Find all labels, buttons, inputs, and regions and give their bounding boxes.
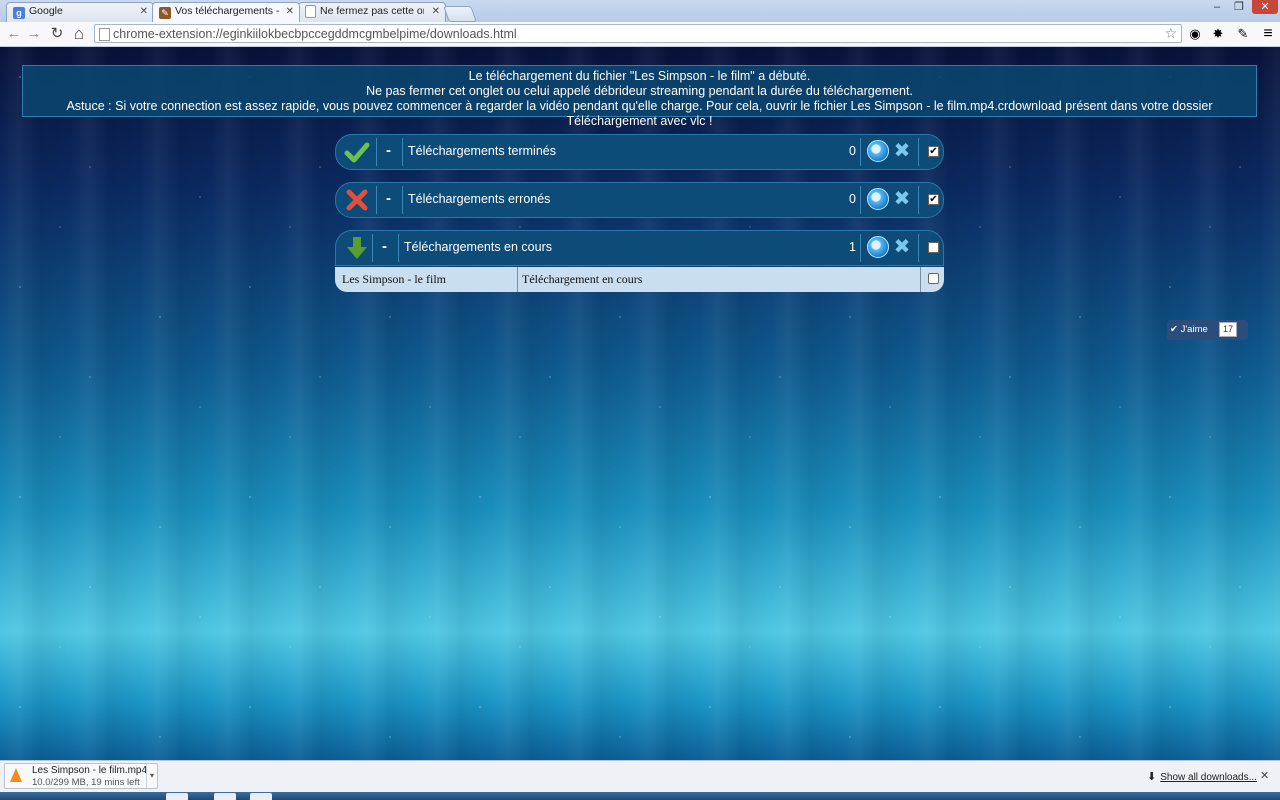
tab-title: Ne fermez pas cette ongle (320, 5, 424, 17)
bookmark-star-icon[interactable]: ☆ (1164, 25, 1177, 42)
download-progress: 10.0/299 MB, 19 mins left (32, 777, 140, 788)
divider (860, 234, 861, 262)
section-checkbox[interactable]: ✔ (928, 146, 939, 157)
notice-line-2: Ne pas fermer cet onglet ou celui appelé… (366, 84, 913, 98)
tab-close-icon[interactable]: ✕ (286, 6, 294, 17)
vlc-cone-icon (10, 768, 22, 782)
forward-button[interactable]: → (25, 25, 43, 43)
refresh-icon[interactable] (867, 236, 889, 258)
menu-icon[interactable]: ≡ (1259, 25, 1277, 43)
tab-strip: g Google ✕ ✎ Vos téléchargements - Ko ✕ Ne… (0, 0, 1280, 22)
red-gear-extension-icon[interactable]: ✸ (1209, 25, 1227, 43)
os-taskbar (0, 792, 1280, 800)
tab-title: Vos téléchargements - Ko (175, 5, 279, 17)
like-widget: ✔ J'aime 17 (1167, 320, 1248, 340)
divider (376, 186, 377, 214)
download-status: Téléchargement en cours (522, 272, 643, 286)
minimize-button[interactable]: – (1206, 0, 1228, 14)
checkmark-icon: ✔ (1170, 324, 1181, 335)
section-label: Téléchargements erronés (408, 192, 551, 206)
page-icon (99, 28, 110, 41)
reload-button[interactable]: ↻ (48, 25, 66, 43)
divider (860, 138, 861, 166)
refresh-icon[interactable] (867, 188, 889, 210)
brown-extension-icon[interactable]: ✎ (1234, 25, 1252, 43)
divider (920, 267, 921, 292)
home-button[interactable]: ⌂ (70, 25, 88, 43)
taskbar-icon[interactable] (166, 793, 188, 800)
section-checkbox[interactable] (928, 242, 939, 253)
blank-page-icon (305, 5, 316, 18)
collapse-toggle[interactable]: - (386, 190, 391, 207)
green-check-icon (344, 142, 370, 163)
section-label: Téléchargements en cours (404, 240, 552, 254)
row-checkbox[interactable] (928, 273, 939, 284)
section-errored: - Téléchargements erronés 0 ✖ ✔ (335, 182, 944, 218)
divider (918, 138, 919, 166)
taskbar-icon[interactable] (214, 793, 236, 800)
browser-toolbar: ← → ↻ ⌂ ☆ ◉ ✸ ✎ ≡ (0, 22, 1280, 47)
tab-downloads[interactable]: ✎ Vos téléchargements - Ko ✕ (152, 2, 300, 22)
close-window-button[interactable]: ✕ (1252, 0, 1278, 14)
refresh-icon[interactable] (867, 140, 889, 162)
divider (402, 138, 403, 166)
divider (918, 234, 919, 262)
gray-extension-icon[interactable]: ◉ (1186, 25, 1204, 43)
taskbar-icon[interactable] (250, 793, 272, 800)
tab-title: Google (29, 5, 63, 17)
divider (918, 186, 919, 214)
back-button[interactable]: ← (5, 25, 23, 43)
download-icon: ⬇ (1147, 771, 1157, 783)
download-name: Les Simpson - le film (342, 272, 446, 286)
download-notice: Le téléchargement du fichier "Les Simpso… (22, 65, 1257, 128)
divider (860, 186, 861, 214)
section-in-progress: - Téléchargements en cours 1 ✖ (335, 230, 944, 266)
show-all-label: Show all downloads... (1160, 772, 1257, 783)
tab-ne-fermez[interactable]: Ne fermez pas cette ongle ✕ (298, 2, 446, 22)
collapse-toggle[interactable]: - (386, 142, 391, 159)
google-g-icon: g (13, 7, 25, 19)
download-menu-arrow-icon[interactable]: ▾ (146, 764, 157, 788)
tab-close-icon[interactable]: ✕ (140, 6, 148, 17)
section-label: Téléchargements terminés (408, 144, 556, 158)
divider (376, 138, 377, 166)
divider (402, 186, 403, 214)
address-bar[interactable]: ☆ (94, 24, 1182, 43)
red-x-icon (346, 189, 368, 211)
url-input[interactable] (113, 25, 1153, 42)
notice-line-1: Le téléchargement du fichier "Les Simpso… (468, 69, 811, 83)
section-completed: - Téléchargements terminés 0 ✖ ✔ (335, 134, 944, 170)
new-tab-button[interactable] (443, 6, 477, 22)
divider (517, 267, 518, 292)
notice-line-3: Astuce : Si votre connection est assez r… (66, 99, 1213, 128)
download-filename: Les Simpson - le film.mp4 (32, 765, 148, 776)
divider (372, 234, 373, 262)
puzzle-extension-icon: ✎ (159, 7, 171, 19)
clear-icon[interactable]: ✖ (892, 139, 912, 163)
clear-icon[interactable]: ✖ (892, 235, 912, 259)
download-row[interactable]: Les Simpson - le film Téléchargement en … (335, 267, 944, 292)
like-label: J'aime (1180, 324, 1208, 335)
section-checkbox[interactable]: ✔ (928, 194, 939, 205)
tab-close-icon[interactable]: ✕ (432, 6, 440, 17)
section-count: 0 (849, 144, 856, 158)
divider (398, 234, 399, 262)
maximize-button[interactable]: ❐ (1228, 0, 1250, 14)
section-count: 1 (849, 240, 856, 254)
like-count: 17 (1219, 322, 1237, 337)
tab-google[interactable]: g Google ✕ (6, 2, 154, 22)
download-item[interactable]: Les Simpson - le film.mp4 10.0/299 MB, 1… (4, 763, 158, 789)
close-shelf-icon[interactable]: ✕ (1260, 769, 1269, 782)
collapse-toggle[interactable]: - (382, 238, 387, 255)
download-shelf: Les Simpson - le film.mp4 10.0/299 MB, 1… (0, 760, 1280, 792)
show-all-downloads-link[interactable]: ⬇ Show all downloads... (1147, 770, 1257, 783)
page-content: Le téléchargement du fichier "Les Simpso… (0, 47, 1280, 760)
clear-icon[interactable]: ✖ (892, 187, 912, 211)
like-button[interactable]: ✔ J'aime (1170, 323, 1208, 337)
section-count: 0 (849, 192, 856, 206)
green-down-arrow-icon (347, 237, 367, 259)
